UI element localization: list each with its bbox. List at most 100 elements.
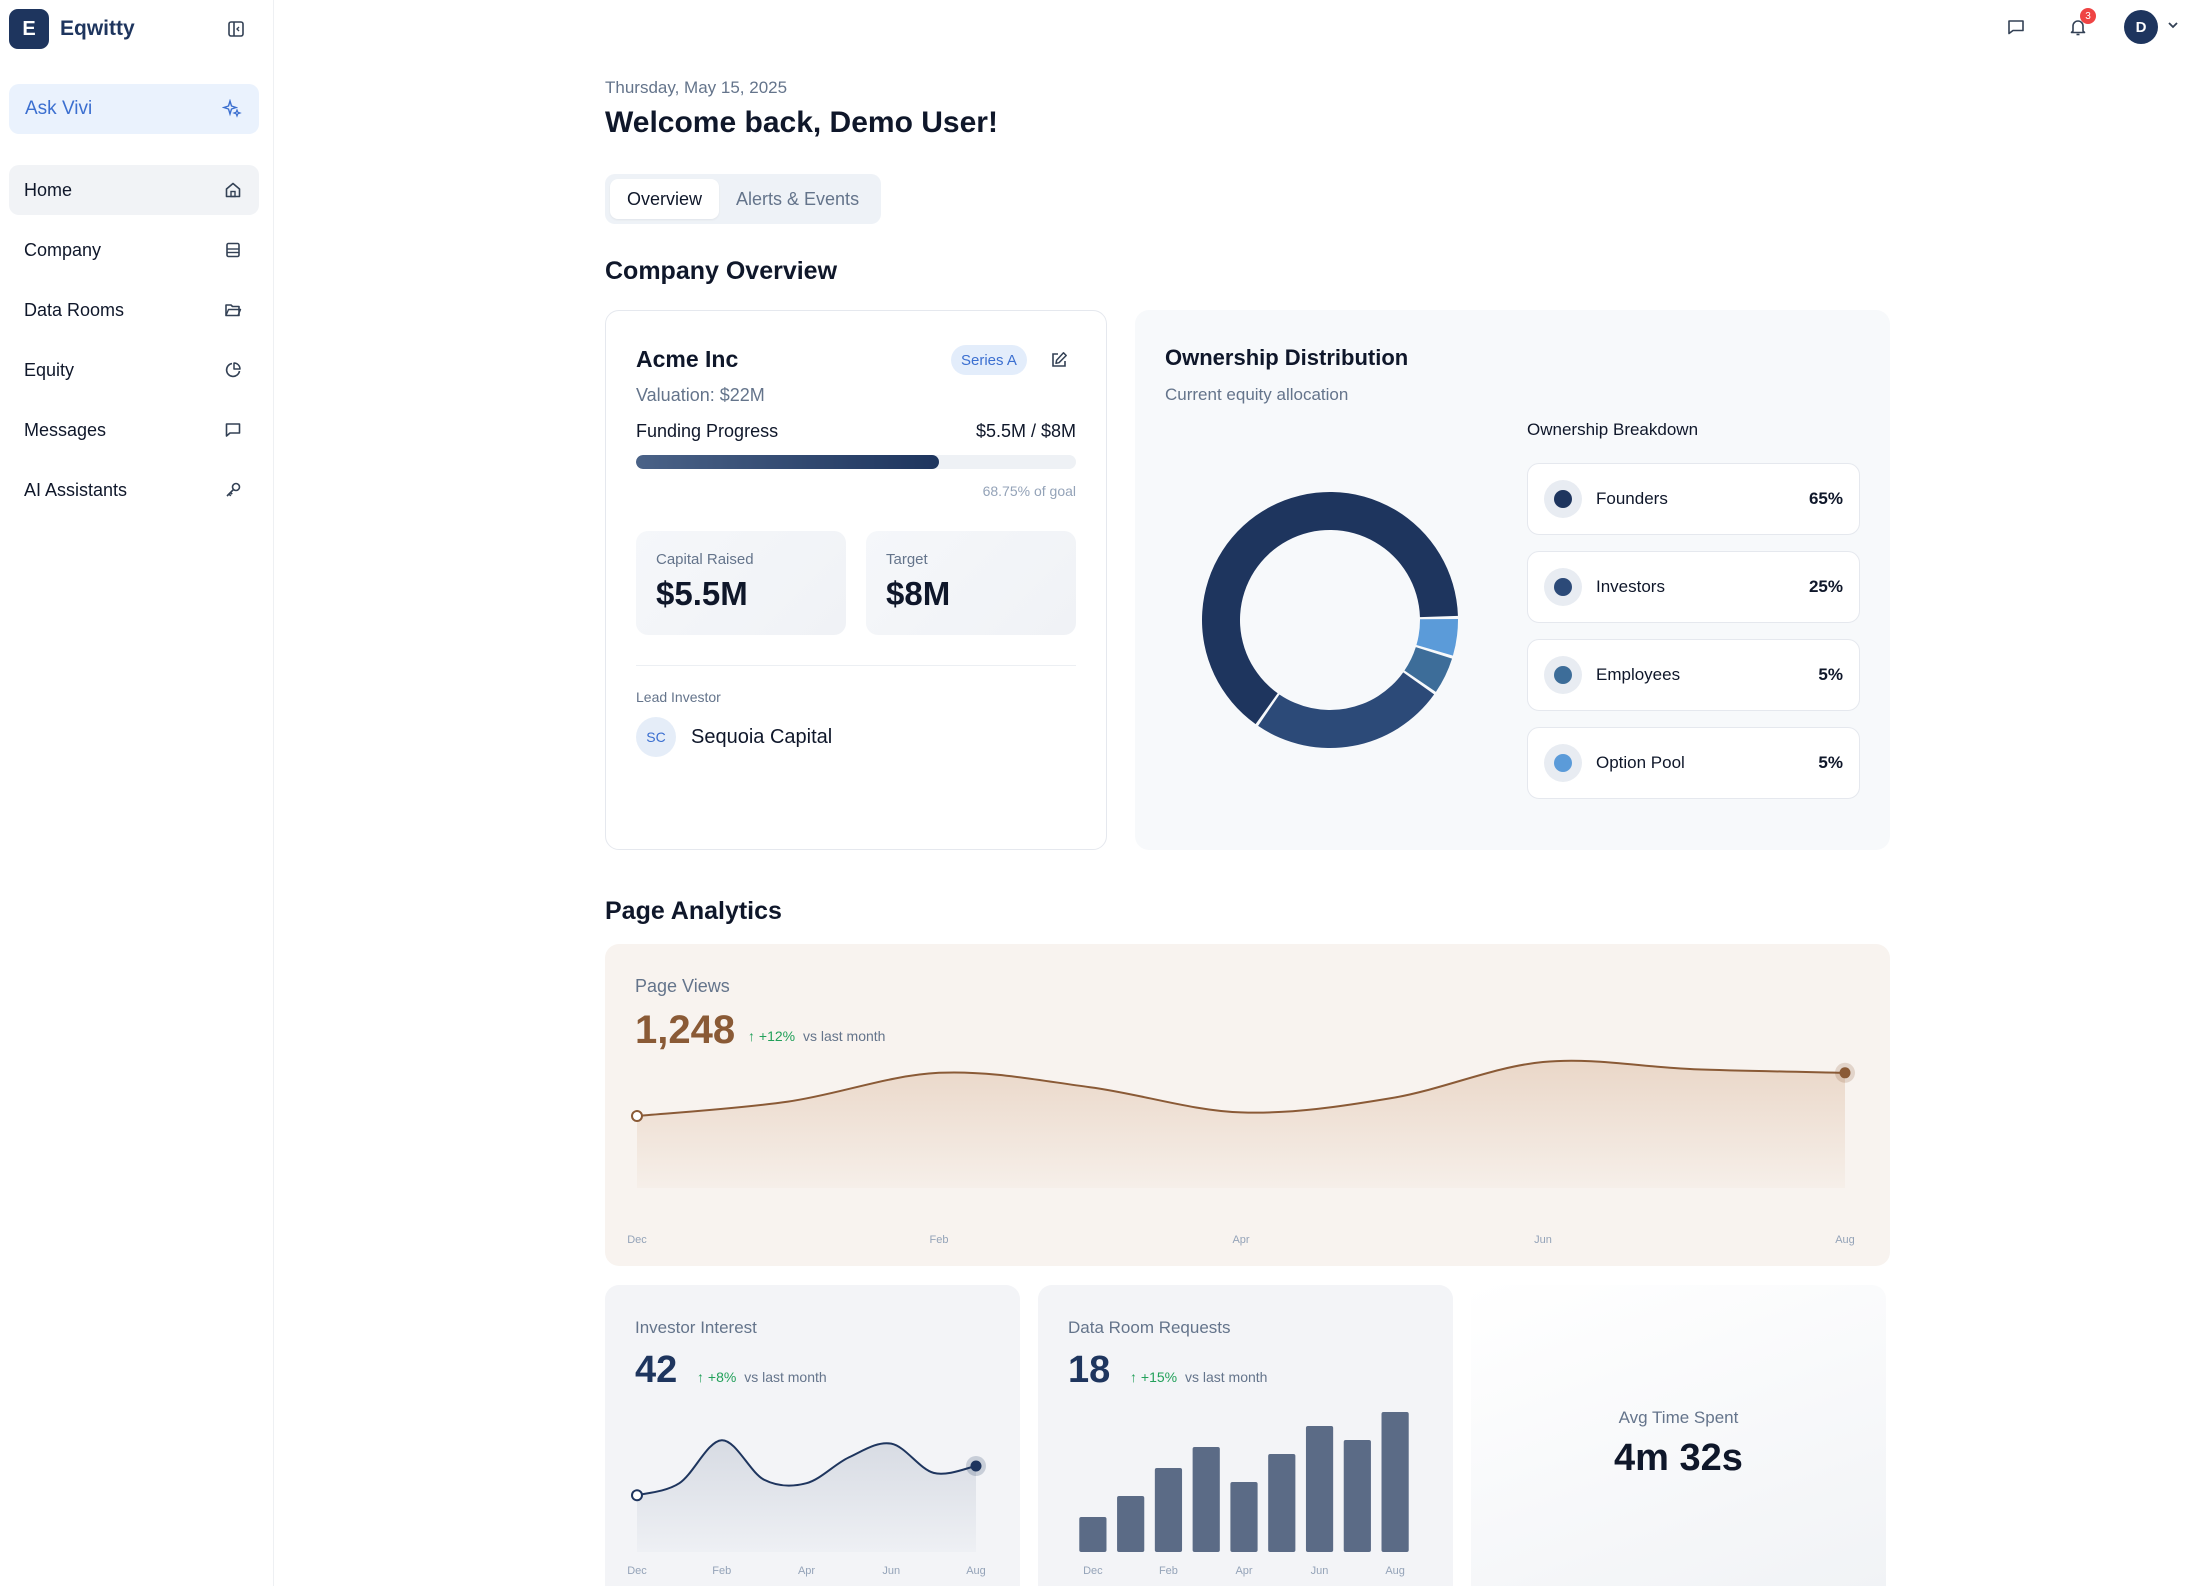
current-date: Thursday, May 15, 2025 [605,78,788,97]
user-menu[interactable]: D [2124,10,2180,44]
divider [636,665,1076,666]
ownership-subtitle: Current equity allocation [1165,385,1349,404]
company-overview-title: Company Overview [605,257,838,285]
sidebar-nav: Home Company Data Rooms Equity Messages … [9,165,259,525]
x-tick-label: Apr [798,1565,815,1577]
data-point-end [970,1460,982,1472]
sidebar: E Eqwitty Ask Vivi Home Company Data Roo… [0,0,274,1586]
x-tick-label: Feb [930,1234,949,1246]
ownership-item-name: Founders [1596,489,1668,508]
funding-progress-fill [636,455,939,469]
x-tick-label: Aug [966,1565,986,1577]
ask-vivi-button[interactable]: Ask Vivi [9,84,259,134]
legend-dot-wrap [1544,656,1582,694]
notification-badge: 3 [2080,8,2096,24]
bell-icon[interactable]: 3 [2062,8,2096,43]
brand-logo: E [9,9,49,49]
donut-slice-investors [1258,672,1435,748]
bar-aug [1381,1412,1409,1552]
bar-apr [1230,1482,1258,1552]
legend-dot [1554,666,1572,684]
home-icon [222,179,244,201]
ownership-item-employees[interactable]: Employees 5% [1527,639,1860,711]
ownership-item-name: Option Pool [1596,753,1685,772]
x-tick-label: Jun [1311,1565,1329,1577]
brand-name: Eqwitty [60,17,135,40]
page-views-chart: Dec Feb Apr Jun Aug [627,1059,1855,1246]
x-tick-label: Apr [1235,1565,1252,1577]
target-label: Target [886,551,928,568]
funding-progress-label: Funding Progress [636,421,779,441]
lead-investor-label: Lead Investor [636,689,721,705]
tab-alerts-events[interactable]: Alerts & Events [719,179,876,219]
area-fill [637,1060,1845,1188]
sidebar-item-messages[interactable]: Messages [9,405,259,455]
company-name: Acme Inc [636,346,739,372]
sidebar-item-label: Home [24,179,73,200]
ownership-item-investors[interactable]: Investors 25% [1527,551,1860,623]
avg-time-card: Avg Time Spent 4m 32s [1471,1285,1886,1586]
sidebar-item-equity[interactable]: Equity [9,345,259,395]
ownership-item-pct: 65% [1808,489,1843,508]
chat-icon[interactable] [2000,11,2032,43]
avatar: D [2124,10,2158,44]
brand[interactable]: E Eqwitty [9,9,135,49]
folder-open-icon [222,299,244,321]
ownership-title: Ownership Distribution [1165,345,1409,370]
edit-icon[interactable] [1046,347,1072,373]
ownership-item-name: Investors [1596,577,1665,596]
funding-progress-value: $5.5M / $8M [975,421,1076,441]
legend-dot [1554,578,1572,596]
lead-investor-name[interactable]: Sequoia Capital [691,726,832,749]
ownership-breakdown-title: Ownership Breakdown [1527,420,1699,439]
x-tick-label: Dec [627,1565,647,1577]
legend-dot-wrap [1544,480,1582,518]
valuation: Valuation: $22M [636,385,765,405]
ownership-donut-chart [1202,492,1458,748]
investor-interest-chart: Dec Feb Apr Jun Aug [627,1439,986,1577]
key-icon [222,479,244,501]
sidebar-item-data-rooms[interactable]: Data Rooms [9,285,259,335]
ownership-item-founders[interactable]: Founders 65% [1527,463,1860,535]
x-tick-label: Aug [1385,1565,1405,1577]
bar-dec [1079,1517,1107,1552]
bar-may [1268,1454,1296,1552]
data-point-start [631,1489,643,1502]
message-square-icon [222,419,244,441]
legend-dot-wrap [1544,568,1582,606]
investor-interest-card: Investor Interest 42 ↑ +8% vs last month… [605,1285,1020,1586]
target-box: Target $8M [866,531,1076,635]
data-point-start [631,1110,643,1122]
ownership-item-pct: 25% [1808,577,1843,596]
sidebar-collapse-icon[interactable] [224,17,248,41]
bar-feb [1154,1468,1183,1552]
bar-mar [1192,1447,1220,1552]
data-point-end [1839,1067,1851,1079]
bar-jan [1117,1496,1145,1552]
topbar: 3 D [2000,8,2180,44]
x-tick-label: Jun [1534,1234,1552,1246]
page-analytics-title: Page Analytics [605,897,782,925]
sidebar-item-ai-assistants[interactable]: AI Assistants [9,465,259,515]
sidebar-item-label: AI Assistants [24,479,128,500]
sidebar-item-company[interactable]: Company [9,225,259,275]
legend-dot [1554,754,1572,772]
series-badge: Series A [951,345,1027,375]
legend-dot-wrap [1544,744,1582,782]
avg-time-label: Avg Time Spent [1618,1408,1739,1427]
tab-overview[interactable]: Overview [610,179,720,219]
goal-percent: 68.75% of goal [982,483,1076,499]
area-fill [637,1440,976,1552]
capital-raised-label: Capital Raised [656,551,754,568]
sidebar-item-label: Messages [24,419,107,440]
ownership-item-pct: 5% [1818,665,1843,684]
page-views-card: Page Views 1,248 ↑ +12% vs last month De… [605,944,1890,1266]
funding-progress-bar [636,455,1076,469]
company-card: Acme Inc Series A Valuation: $22M Fundin… [605,310,1107,850]
x-tick-label: Jun [882,1565,900,1577]
avg-time-value: 4m 32s [1614,1437,1743,1479]
building-icon [222,239,244,261]
ownership-item-option-pool[interactable]: Option Pool 5% [1527,727,1860,799]
sidebar-item-home[interactable]: Home [9,165,259,215]
target-value: $8M [886,575,951,612]
